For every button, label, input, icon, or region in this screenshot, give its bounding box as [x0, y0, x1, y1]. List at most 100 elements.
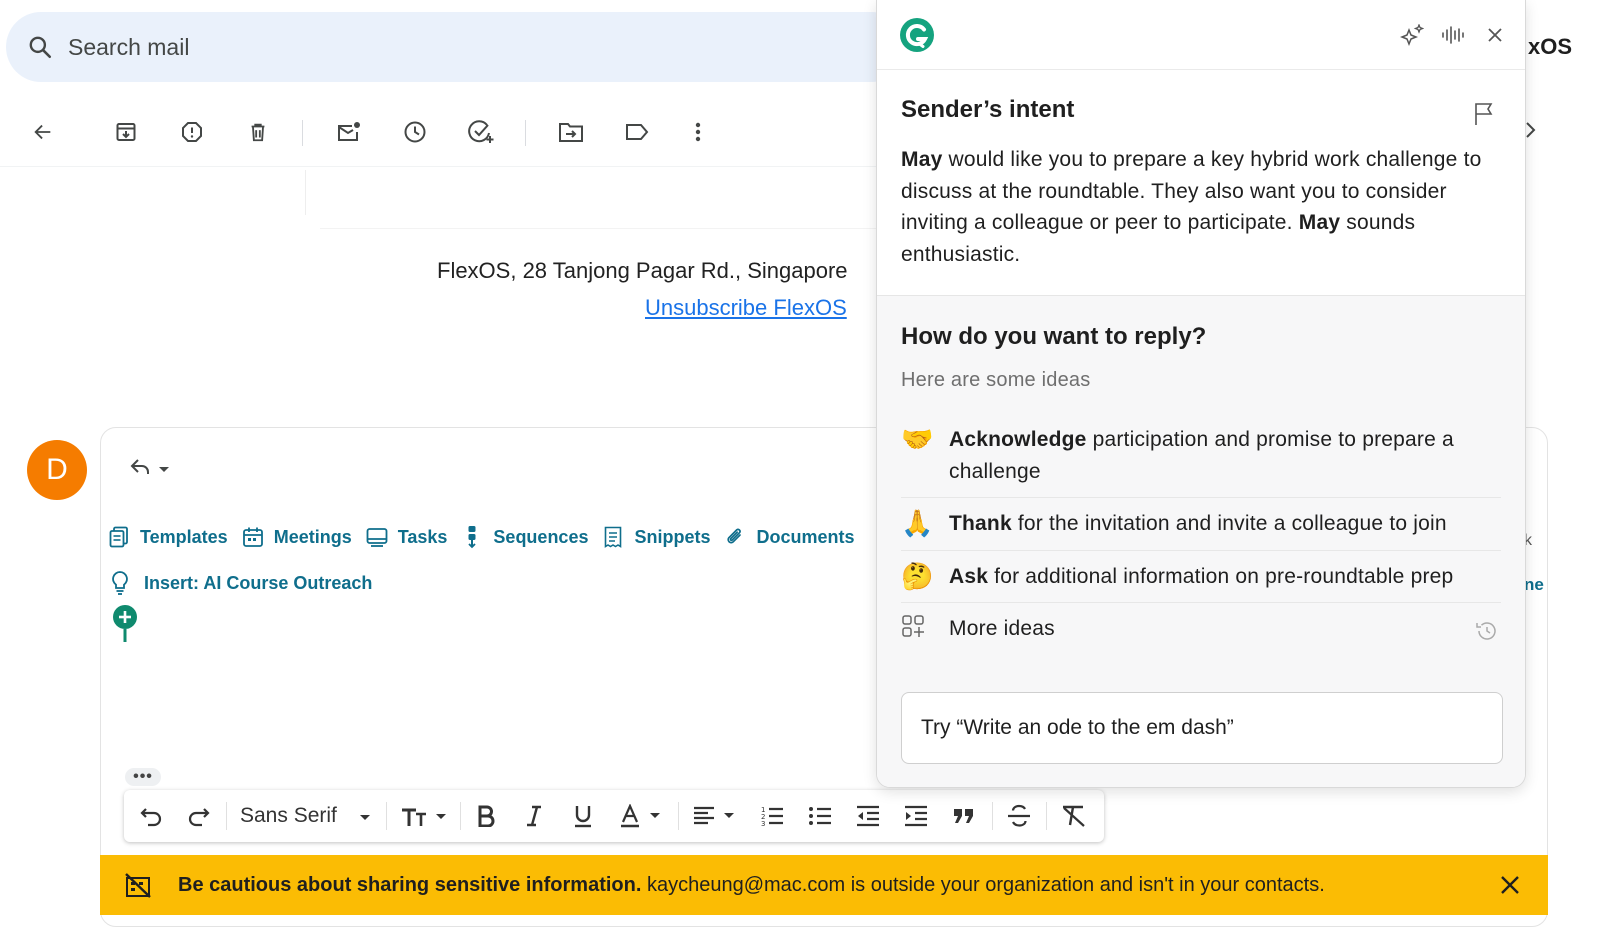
font-family-select[interactable]: Sans Serif [240, 800, 371, 832]
history-icon[interactable] [1475, 619, 1499, 648]
ext-tasks[interactable]: Tasks [366, 526, 448, 548]
more-ideas-button[interactable]: More ideas [901, 603, 1501, 655]
move-to-icon[interactable] [556, 118, 586, 146]
font-family-value: Sans Serif [240, 804, 337, 827]
clear-formatting-icon[interactable] [1060, 801, 1088, 831]
reply-icon [128, 456, 152, 483]
mark-unread-icon[interactable] [334, 118, 364, 146]
voice-icon[interactable] [1440, 22, 1466, 48]
grammarly-logo-icon[interactable] [899, 17, 935, 53]
close-icon[interactable] [1482, 22, 1508, 48]
reply-ideas-section: How do you want to reply? Here are some … [877, 296, 1525, 787]
toolbar-divider [992, 802, 993, 830]
flag-icon[interactable] [1473, 102, 1495, 126]
idea-text: Thank for the invitation and invite a co… [949, 508, 1447, 540]
label-icon[interactable] [622, 118, 652, 146]
unsubscribe-link[interactable]: Unsubscribe FlexOS [645, 295, 847, 321]
toolbar-divider [1046, 802, 1047, 830]
reply-idea-thank[interactable]: 🙏 Thank for the invitation and invite a … [901, 498, 1501, 551]
paperclip-icon [724, 526, 746, 548]
sender-name: May [901, 148, 943, 171]
search-bar[interactable] [6, 12, 906, 82]
sender-name: May [1298, 211, 1341, 234]
toolbar-divider [302, 120, 303, 146]
add-pin-icon[interactable] [112, 604, 138, 649]
add-to-tasks-icon[interactable] [466, 118, 496, 146]
redo-icon[interactable] [186, 801, 210, 831]
prompt-input[interactable] [921, 716, 1481, 740]
idea-verb: Thank [949, 512, 1012, 535]
search-icon[interactable] [26, 33, 54, 61]
align-icon[interactable] [692, 801, 740, 831]
insert-ai-course-outreach[interactable]: Insert: AI Course Outreach [110, 570, 372, 596]
delete-icon[interactable] [243, 118, 273, 146]
back-arrow-icon[interactable] [28, 118, 58, 146]
strikethrough-icon[interactable] [1006, 801, 1032, 831]
quote-icon[interactable] [952, 801, 976, 831]
reply-heading: How do you want to reply? [901, 323, 1207, 350]
thinking-face-icon: 🤔 [901, 560, 934, 591]
no-domain-icon [124, 871, 152, 899]
indent-less-icon[interactable] [856, 801, 880, 831]
caret-down-icon [359, 804, 371, 828]
idea-rest: for additional information on pre-roundt… [988, 564, 1454, 588]
close-icon[interactable] [1498, 873, 1522, 897]
numbered-list-icon[interactable]: 123 [760, 801, 784, 831]
idea-text: Acknowledge participation and promise to… [949, 424, 1501, 487]
ext-templates[interactable]: Templates [108, 526, 228, 548]
reply-type-dropdown[interactable] [128, 456, 170, 483]
ext-label: Tasks [397, 526, 448, 547]
search-input[interactable] [68, 33, 668, 61]
italic-icon[interactable] [524, 801, 544, 831]
grid-plus-icon [901, 614, 949, 644]
intent-heading: Sender’s intent [901, 96, 1075, 123]
font-size-icon[interactable] [400, 801, 448, 831]
extension-toolbar: Templates Meetings Tasks Sequences Snipp… [108, 526, 869, 549]
formatting-toolbar: Sans Serif 123 [124, 790, 1104, 842]
grammarly-header [877, 0, 1525, 70]
bold-icon[interactable] [476, 801, 496, 831]
ext-snippets[interactable]: Snippets [602, 526, 710, 548]
reply-idea-acknowledge[interactable]: 🤝 Acknowledge participation and promise … [901, 414, 1501, 498]
reply-subheading: Here are some ideas [901, 369, 1091, 391]
calendar-icon [242, 526, 264, 548]
underline-icon[interactable] [572, 801, 594, 831]
ext-meetings[interactable]: Meetings [242, 526, 352, 548]
reply-idea-ask[interactable]: 🤔 Ask for additional information on pre-… [901, 551, 1501, 603]
insert-label: Insert: AI Course Outreach [144, 572, 373, 593]
caret-down-icon [158, 461, 170, 479]
lightbulb-icon [110, 570, 130, 596]
bulleted-list-icon[interactable] [808, 801, 832, 831]
external-recipient-warning: Be cautious about sharing sensitive info… [100, 855, 1548, 915]
archive-icon[interactable] [111, 118, 141, 146]
indent-more-icon[interactable] [904, 801, 928, 831]
idea-text: Ask for additional information on pre-ro… [949, 561, 1453, 593]
handshake-icon: 🤝 [901, 424, 934, 454]
ext-documents[interactable]: Documents [724, 526, 855, 548]
report-spam-icon[interactable] [177, 118, 207, 146]
more-ideas-label: More ideas [949, 617, 1055, 640]
chevron-right-icon[interactable] [1524, 118, 1538, 147]
grammarly-panel: Sender’s intent May would like you to pr… [876, 0, 1526, 788]
snippets-icon [602, 526, 624, 548]
more-vert-icon[interactable] [683, 118, 713, 146]
ext-label: Sequences [493, 526, 589, 547]
content-divider [305, 170, 306, 215]
ext-sequences[interactable]: Sequences [461, 526, 589, 549]
toolbar-divider [386, 802, 387, 830]
text-color-icon[interactable] [620, 801, 666, 831]
templates-icon [108, 526, 130, 548]
folded-hands-icon: 🙏 [901, 508, 934, 538]
avatar[interactable]: D [27, 440, 87, 500]
tasks-icon [366, 526, 388, 548]
partial-text: ne [1524, 575, 1544, 594]
toolbar-divider [226, 802, 227, 830]
prompt-input-box[interactable] [901, 692, 1503, 764]
undo-icon[interactable] [140, 801, 164, 831]
more-options-button[interactable]: ••• [125, 768, 161, 786]
toolbar-divider [0, 166, 900, 167]
svg-text:3: 3 [761, 820, 765, 827]
sparkle-icon[interactable] [1399, 22, 1425, 48]
snooze-icon[interactable] [400, 118, 430, 146]
ext-label: Snippets [634, 526, 711, 547]
